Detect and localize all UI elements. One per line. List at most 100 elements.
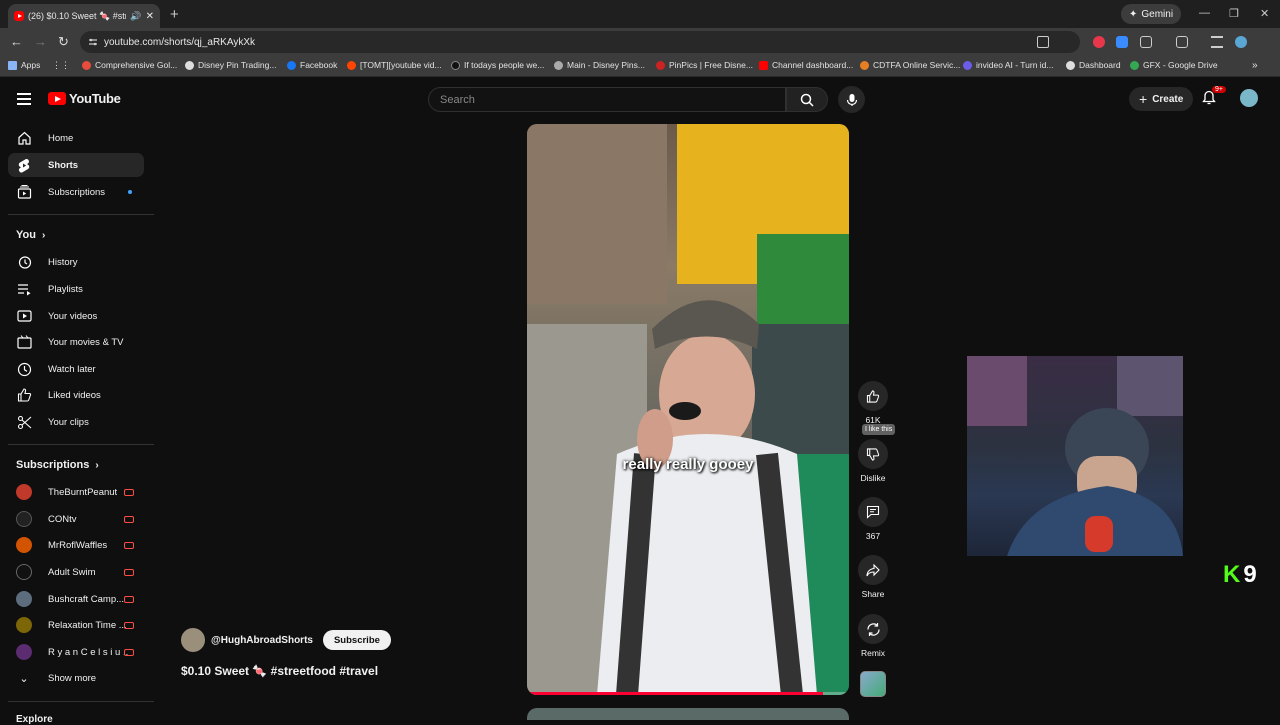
sidebar-item-playlists[interactable]: Playlists: [8, 277, 144, 301]
video-progress-bar[interactable]: [527, 692, 849, 695]
speaker-icon[interactable]: 🔊: [130, 11, 141, 22]
notifications-button[interactable]: 9+: [1202, 86, 1226, 110]
install-app-icon[interactable]: [1037, 36, 1049, 48]
browser-tab-bar: (26) $0.10 Sweet 🍬 #stree 🔊 ✕ + ✦ Gemini…: [0, 0, 1280, 28]
watch-later-icon: [16, 361, 32, 377]
sidebar-item-your-videos[interactable]: Your videos: [8, 304, 144, 328]
extension-red-icon[interactable]: [1093, 36, 1105, 48]
sidebar-item-liked-videos[interactable]: Liked videos: [8, 383, 144, 407]
back-icon[interactable]: ←: [10, 34, 23, 49]
bookmark-item[interactable]: CDTFA Online Servic...: [860, 60, 960, 70]
bookmark-grid[interactable]: ⋮⋮: [52, 60, 70, 71]
reload-icon[interactable]: ↻: [58, 34, 69, 50]
youtube-logo[interactable]: YouTube: [48, 91, 121, 106]
bookmark-item[interactable]: GFX - Google Drive: [1130, 60, 1218, 70]
maximize-icon[interactable]: ❐: [1229, 7, 1239, 20]
short-title[interactable]: $0.10 Sweet 🍬 #streetfood #travel: [181, 664, 378, 678]
search-input[interactable]: Search: [428, 87, 786, 112]
webcam-overlay: [967, 356, 1183, 556]
sidebar-item-movies[interactable]: Your movies & TV: [8, 330, 144, 354]
bookmark-item[interactable]: PinPics | Free Disne...: [656, 60, 753, 70]
share-button[interactable]: Share: [858, 555, 888, 599]
sidebar-sub-channel[interactable]: Bushcraft Camp...: [8, 587, 144, 611]
menu-icon[interactable]: [17, 93, 31, 105]
bookmark-label: CDTFA Online Servic...: [873, 60, 961, 70]
sidebar-item-history[interactable]: History: [8, 250, 144, 274]
comments-button[interactable]: 367: [858, 497, 888, 541]
profile-icon[interactable]: [1235, 36, 1247, 48]
sidebar-item-watch-later[interactable]: Watch later: [8, 357, 144, 381]
site-info-icon[interactable]: [88, 37, 98, 47]
sidebar-item-shorts[interactable]: Shorts: [8, 153, 144, 177]
more-bookmarks-icon[interactable]: »: [1252, 60, 1258, 71]
address-bar[interactable]: youtube.com/shorts/qj_aRKAykXk: [80, 31, 1080, 53]
bookmark-item[interactable]: Comprehensive Gol...: [82, 60, 177, 70]
bookmark-item[interactable]: Disney Pin Trading...: [185, 60, 276, 70]
side-panel-icon[interactable]: [1176, 36, 1188, 48]
sidebar-sub-channel[interactable]: R y a n C e l s i u ...: [8, 640, 144, 664]
bookmark-item[interactable]: Main - Disney Pins...: [554, 60, 645, 70]
sidebar-item-label: Your clips: [48, 416, 89, 428]
voice-search-button[interactable]: [838, 86, 865, 113]
reddit-icon: [347, 60, 356, 70]
bookmark-item[interactable]: Channel dashboard...: [759, 60, 853, 70]
sidebar-sub-channel[interactable]: Adult Swim: [8, 560, 144, 584]
extensions-puzzle-icon[interactable]: [1140, 36, 1152, 48]
gemini-button[interactable]: ✦ Gemini: [1121, 4, 1182, 24]
subscribe-button[interactable]: Subscribe: [322, 630, 391, 650]
bookmark-apps[interactable]: Apps: [8, 60, 40, 70]
like-button[interactable]: 61K: [858, 381, 888, 425]
bookmark-label: Comprehensive Gol...: [95, 60, 178, 70]
dislike-button[interactable]: Dislike: [858, 439, 888, 483]
bookmark-item[interactable]: Facebook: [287, 60, 337, 70]
bookmark-item[interactable]: [TOMT][youtube vid...: [347, 60, 442, 70]
sidebar-sub-channel[interactable]: TheBurntPeanut: [8, 480, 144, 504]
channel-handle[interactable]: @HughAbroadShorts: [211, 635, 313, 646]
youtube-play-icon: [48, 92, 66, 105]
dashboard-icon: [1066, 60, 1075, 70]
channel-avatar: [16, 617, 32, 633]
account-avatar[interactable]: [1240, 89, 1258, 107]
sidebar-sub-channel[interactable]: Relaxation Time ...: [8, 613, 144, 637]
channel-name: Relaxation Time ...: [48, 619, 127, 631]
youtube-masthead: YouTube Search + Create 9+: [0, 78, 1280, 120]
new-tab-button[interactable]: +: [170, 6, 179, 23]
sidebar-you-heading[interactable]: You ›: [16, 229, 45, 241]
cdtfa-icon: [860, 60, 869, 70]
create-button[interactable]: + Create: [1129, 87, 1194, 111]
live-indicator-icon: [124, 595, 134, 603]
forward-icon[interactable]: →: [34, 34, 47, 49]
sidebar-item-subscriptions[interactable]: Subscriptions: [8, 180, 144, 204]
bookmark-label: Facebook: [300, 60, 338, 70]
subscriptions-icon: [16, 184, 32, 200]
tab-close-icon[interactable]: ✕: [146, 11, 154, 22]
bookmark-item[interactable]: Dashboard: [1066, 60, 1121, 70]
search-button[interactable]: [786, 87, 828, 112]
extension-blue-icon[interactable]: [1116, 36, 1128, 48]
channel-avatar: [16, 537, 32, 553]
media-controls-icon[interactable]: [1211, 36, 1223, 48]
channel-avatar[interactable]: [181, 628, 205, 652]
bookmark-item[interactable]: invideo AI - Turn id...: [963, 60, 1053, 70]
bookmark-favicon-icon: [185, 60, 194, 70]
sidebar-sub-channel[interactable]: MrRoflWaffles: [8, 533, 144, 557]
sidebar-item-label: Home: [48, 132, 74, 144]
browser-tab[interactable]: (26) $0.10 Sweet 🍬 #stree 🔊 ✕: [8, 4, 160, 28]
share-circle: [858, 555, 888, 585]
remix-button[interactable]: Remix: [858, 614, 888, 658]
bookmark-item[interactable]: If todays people we...: [451, 60, 544, 70]
next-short-preview[interactable]: [527, 708, 849, 720]
window-close-icon[interactable]: ✕: [1260, 7, 1269, 20]
live-indicator-icon: [124, 621, 134, 629]
sidebar-item-your-clips[interactable]: Your clips: [8, 410, 144, 434]
live-indicator-icon: [124, 648, 134, 656]
minimize-icon[interactable]: —: [1199, 7, 1210, 19]
url-text: youtube.com/shorts/qj_aRKAykXk: [104, 36, 256, 48]
sidebar-show-more[interactable]: ⌄ Show more: [8, 666, 144, 690]
thumbs-down-icon: [866, 447, 880, 461]
sidebar-sub-channel[interactable]: CONtv: [8, 507, 144, 531]
sidebar-item-home[interactable]: Home: [8, 126, 144, 150]
shorts-video-player[interactable]: really really gooey: [527, 124, 849, 695]
sidebar-subscriptions-heading[interactable]: Subscriptions ›: [16, 459, 99, 471]
sound-thumbnail[interactable]: [860, 671, 886, 697]
